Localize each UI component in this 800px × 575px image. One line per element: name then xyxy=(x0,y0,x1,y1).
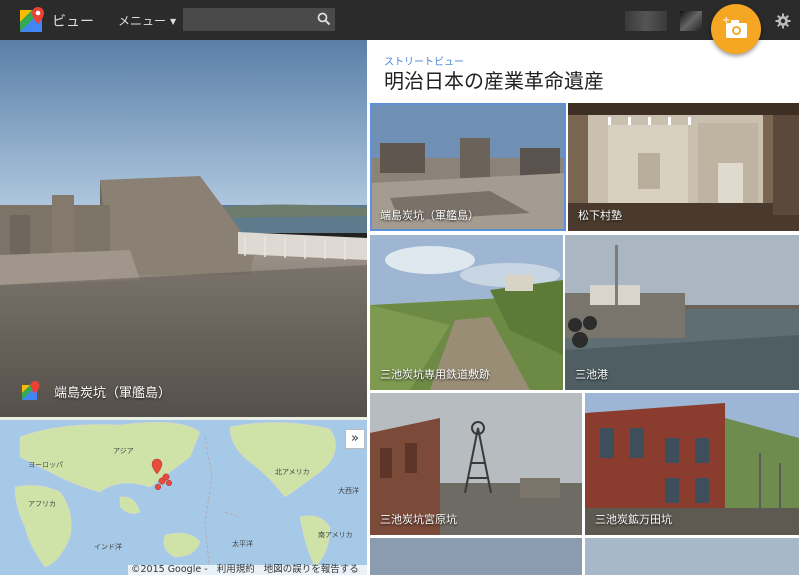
map-label: アジア xyxy=(113,447,134,455)
add-photo-camera-icon[interactable]: + xyxy=(711,4,761,54)
photo-tile[interactable] xyxy=(585,538,799,575)
world-map[interactable]: アジア ヨーロッパ アフリカ インド洋 北アメリカ 大西洋 太平洋 南アメリカ … xyxy=(0,417,367,575)
report-map-error-link[interactable]: 地図の誤りを報告する xyxy=(264,564,359,575)
double-chevron-right-icon: » xyxy=(351,431,359,446)
tile-caption: 端島炭坑（軍艦島） xyxy=(380,209,479,222)
photo-tile[interactable]: 端島炭坑（軍艦島） xyxy=(370,103,566,231)
search-box xyxy=(183,8,335,31)
photo-tile[interactable] xyxy=(370,538,582,575)
tile-caption: 三池炭坑宮原坑 xyxy=(380,513,457,526)
terms-link[interactable]: 利用規約 xyxy=(217,564,255,575)
map-label: 太平洋 xyxy=(232,540,253,548)
google-maps-logo-icon[interactable] xyxy=(20,7,46,33)
app-title: ビュー xyxy=(52,14,94,30)
photo-tile[interactable]: 三池炭坑専用鉄道敷跡 xyxy=(370,235,563,390)
search-input[interactable] xyxy=(183,8,311,31)
map-label: インド洋 xyxy=(94,543,122,551)
map-label: 南アメリカ xyxy=(318,531,353,539)
top-bar: ビュー メニュー ▼ xyxy=(0,0,800,40)
map-footer: ©2015 Google - 利用規約 地図の誤りを報告する xyxy=(128,565,368,575)
menu-button[interactable]: メニュー ▼ xyxy=(118,12,176,29)
tile-caption: 三池炭坑専用鉄道敷跡 xyxy=(380,368,490,381)
tile-caption: 三池港 xyxy=(575,368,608,381)
photo-tile[interactable]: 三池港 xyxy=(565,235,799,390)
map-label: 北アメリカ xyxy=(275,468,310,476)
street-view-place-label: 端島炭坑（軍艦島） xyxy=(22,381,171,401)
map-copyright: ©2015 Google - xyxy=(131,564,208,575)
street-view-image xyxy=(0,40,367,417)
collection-panel: ストリートビュー 明治日本の産業革命遺産 端島炭坑（軍艦島） 松下村塾 三池炭坑… xyxy=(367,40,800,575)
map-label: 大西洋 xyxy=(338,487,359,495)
street-view-panorama[interactable]: 端島炭坑（軍艦島） xyxy=(0,40,367,417)
menu-label: メニュー xyxy=(118,14,167,28)
google-maps-pin-icon xyxy=(22,381,40,400)
map-label: アフリカ xyxy=(28,500,56,508)
blurred-account-name[interactable] xyxy=(625,11,667,31)
search-icon[interactable] xyxy=(317,12,331,26)
caret-down-icon: ▼ xyxy=(170,17,177,26)
photo-tile[interactable]: 松下村塾 xyxy=(568,103,799,231)
tile-caption: 松下村塾 xyxy=(578,209,622,222)
gear-icon[interactable] xyxy=(775,13,791,29)
photo-tile[interactable]: 三池炭鉱万田坑 xyxy=(585,393,799,535)
photo-tile[interactable]: 三池炭坑宮原坑 xyxy=(370,393,582,535)
map-label: ヨーロッパ xyxy=(28,461,63,469)
street-view-place-name: 端島炭坑（軍艦島） xyxy=(54,385,172,401)
collection-title: 明治日本の産業革命遺産 xyxy=(384,69,604,93)
expand-map-button[interactable]: » xyxy=(345,429,365,449)
tile-caption: 三池炭鉱万田坑 xyxy=(595,513,672,526)
avatar[interactable] xyxy=(680,11,702,31)
map-canvas xyxy=(0,417,367,575)
